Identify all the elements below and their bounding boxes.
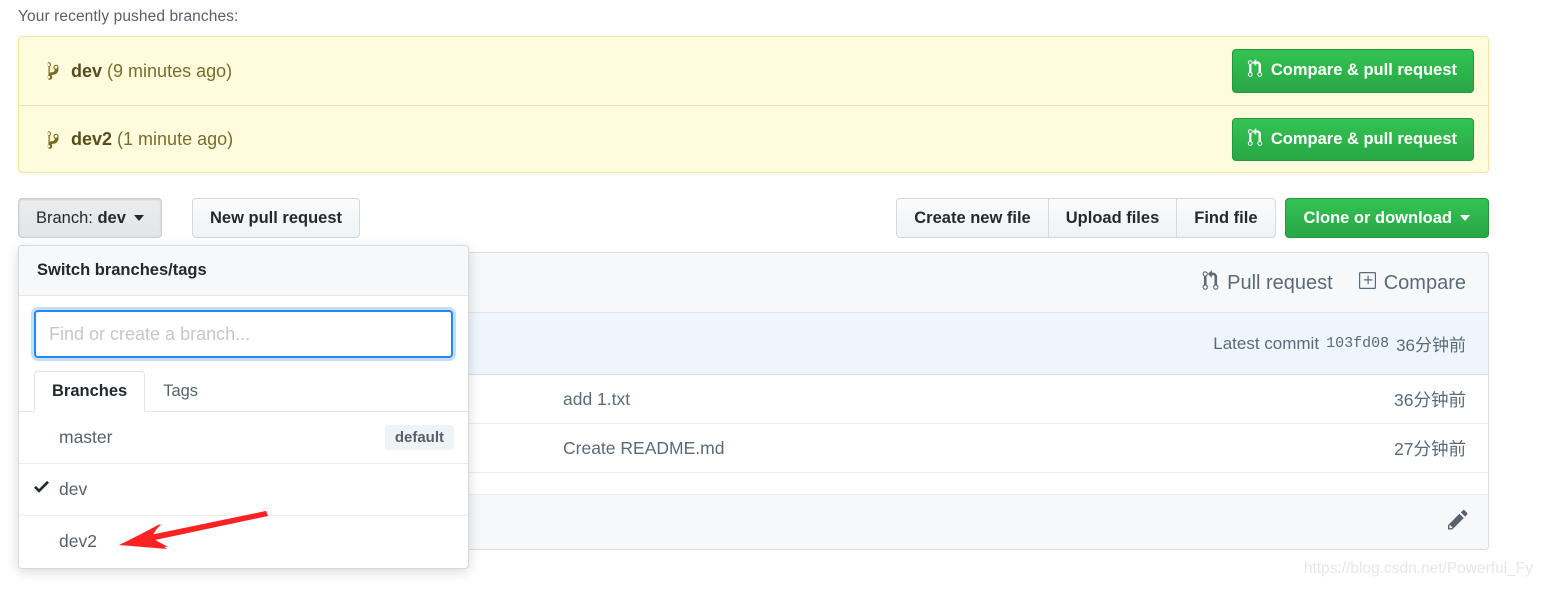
- pull-request-link[interactable]: Pull request: [1202, 270, 1333, 295]
- commit-message[interactable]: add 1.txt: [563, 389, 630, 410]
- git-pull-request-icon: [1247, 59, 1263, 82]
- compare-link[interactable]: Compare: [1358, 270, 1466, 295]
- create-new-file-button[interactable]: Create new file: [896, 198, 1049, 238]
- tab-branches[interactable]: Branches: [34, 371, 146, 412]
- git-branch-icon: [45, 130, 62, 150]
- dropdown-tabs: Branches Tags: [19, 371, 468, 412]
- chevron-down-icon: [1460, 215, 1470, 221]
- github-repo-page: Your recently pushed branches: dev (9 mi…: [0, 0, 1541, 589]
- chevron-down-icon: [133, 215, 144, 221]
- dropdown-search-wrap: [19, 296, 468, 371]
- git-branch-icon: [45, 61, 62, 81]
- watermark: https://blog.csdn.net/Powerful_Fy: [1303, 560, 1533, 577]
- clone-or-download-label: Clone or download: [1303, 208, 1453, 227]
- branch-item-master[interactable]: master default: [19, 412, 468, 464]
- pushed-branch-row: dev2 (1 minute ago) Compare & pull reque…: [19, 105, 1488, 172]
- pushed-branch-row: dev (9 minutes ago) Compare & pull reque…: [19, 37, 1488, 105]
- pencil-icon[interactable]: [1448, 508, 1468, 536]
- dropdown-title: Switch branches/tags: [19, 246, 468, 296]
- branch-selector-button[interactable]: Branch: dev: [18, 198, 162, 238]
- repo-toolbar-right: Create new file Upload files Find file C…: [896, 198, 1489, 238]
- branch-search-input[interactable]: [34, 310, 453, 358]
- branch-item-dev[interactable]: dev: [19, 464, 468, 516]
- pull-request-link-label: Pull request: [1227, 271, 1333, 294]
- tab-tags[interactable]: Tags: [145, 371, 216, 412]
- new-pull-request-button[interactable]: New pull request: [192, 198, 361, 238]
- commit-time: 36分钟前: [1394, 389, 1466, 410]
- commit-time: 27分钟前: [1394, 438, 1466, 459]
- branch-current-label: dev: [97, 208, 126, 227]
- upload-files-button[interactable]: Upload files: [1047, 198, 1178, 238]
- commit-message[interactable]: Create README.md: [563, 438, 724, 459]
- compare-link-label: Compare: [1383, 271, 1466, 294]
- pushed-branch-text: dev (9 minutes ago): [71, 61, 232, 82]
- latest-commit-sha[interactable]: 103fd08: [1326, 335, 1389, 352]
- latest-commit-time: 36分钟前: [1396, 336, 1466, 355]
- branch-item-label: dev: [59, 478, 88, 499]
- pushed-branch-name: dev: [71, 60, 103, 81]
- clone-or-download-button[interactable]: Clone or download: [1284, 198, 1489, 238]
- repo-toolbar: Branch: dev New pull request Create new …: [18, 198, 1489, 240]
- find-file-button[interactable]: Find file: [1176, 198, 1276, 238]
- latest-commit-prefix: Latest commit: [1213, 333, 1320, 353]
- recently-pushed-label: Your recently pushed branches:: [18, 8, 239, 25]
- pushed-branch-time: (9 minutes ago): [107, 60, 233, 81]
- pushed-branch-name: dev2: [71, 129, 113, 149]
- compare-pull-request-label: Compare & pull request: [1270, 61, 1457, 80]
- file-actions-group: Create new file Upload files Find file: [896, 198, 1276, 238]
- git-pull-request-icon: [1247, 127, 1263, 151]
- git-pull-request-icon: [1202, 270, 1219, 295]
- file-diff-icon: [1358, 270, 1376, 295]
- branch-item-label: master: [59, 426, 113, 447]
- branch-prefix-label: Branch:: [36, 208, 93, 227]
- compare-pull-request-button[interactable]: Compare & pull request: [1231, 49, 1474, 93]
- pushed-branch-text: dev2 (1 minute ago): [71, 129, 233, 150]
- branch-dropdown-panel: Switch branches/tags Branches Tags maste…: [18, 245, 469, 569]
- recently-pushed-banner: dev (9 minutes ago) Compare & pull reque…: [18, 36, 1489, 173]
- pushed-branch-time: (1 minute ago): [117, 129, 234, 149]
- branch-item-dev2[interactable]: dev2: [19, 516, 468, 568]
- check-icon: [33, 477, 50, 502]
- default-badge: default: [384, 424, 454, 450]
- compare-pull-request-button[interactable]: Compare & pull request: [1231, 117, 1474, 162]
- branch-item-label: dev2: [59, 531, 97, 552]
- compare-pull-request-label: Compare & pull request: [1270, 129, 1457, 148]
